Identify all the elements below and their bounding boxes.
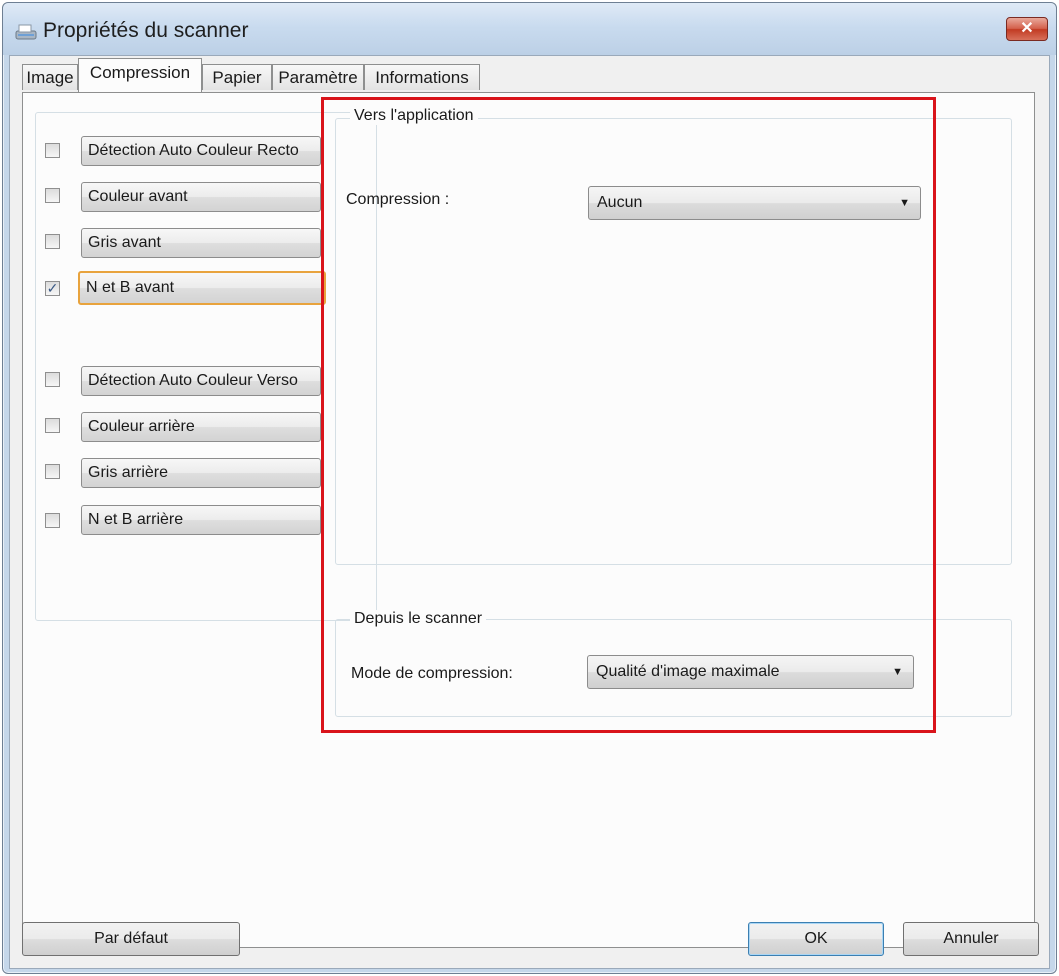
scanner-properties-window: Propriétés du scanner ✕ Image Compressio… [2, 2, 1057, 974]
ok-button[interactable]: OK [748, 922, 884, 956]
cancel-button[interactable]: Annuler [903, 922, 1039, 956]
compression-mode-label: Mode de compression: [351, 665, 513, 682]
checkbox-gray-front[interactable] [45, 234, 60, 249]
window-title: Propriétés du scanner [43, 19, 249, 42]
checkbox-color-back[interactable] [45, 418, 60, 433]
tab-compression[interactable]: Compression [78, 58, 202, 92]
checkbox-auto-color-back[interactable] [45, 372, 60, 387]
tab-informations[interactable]: Informations [364, 64, 480, 90]
title-bar[interactable]: Propriétés du scanner ✕ [3, 3, 1056, 55]
to-application-title: Vers l'application [350, 107, 478, 125]
checkbox-color-front[interactable] [45, 188, 60, 203]
checkbox-auto-color-front[interactable] [45, 143, 60, 158]
image-type-gray-back[interactable]: Gris arrière [81, 458, 321, 488]
chevron-down-icon: ▼ [899, 197, 910, 209]
tab-papier[interactable]: Papier [202, 64, 272, 90]
compression-mode-value: Qualité d'image maximale [596, 663, 780, 680]
tab-parametre[interactable]: Paramètre [272, 64, 364, 90]
image-type-color-front[interactable]: Couleur avant [81, 182, 321, 212]
checkbox-gray-back[interactable] [45, 464, 60, 479]
checkbox-bw-back[interactable] [45, 513, 60, 528]
image-type-auto-color-front[interactable]: Détection Auto Couleur Recto [81, 136, 321, 166]
image-type-color-back[interactable]: Couleur arrière [81, 412, 321, 442]
compression-label: Compression : [346, 191, 450, 208]
chevron-down-icon: ▼ [892, 666, 903, 678]
image-type-bw-front[interactable]: N et B avant [78, 271, 326, 305]
image-type-bw-back[interactable]: N et B arrière [81, 505, 321, 535]
scanner-icon [15, 24, 37, 40]
from-scanner-group: Depuis le scanner Mode de compression: Q… [335, 610, 1012, 717]
compression-value: Aucun [597, 194, 643, 211]
default-button[interactable]: Par défaut [22, 922, 240, 956]
image-type-gray-front[interactable]: Gris avant [81, 228, 321, 258]
compression-dropdown[interactable]: Aucun ▼ [588, 186, 921, 220]
close-button[interactable]: ✕ [1006, 17, 1048, 41]
from-scanner-title: Depuis le scanner [350, 610, 487, 628]
tab-image[interactable]: Image [22, 64, 78, 90]
checkbox-bw-front[interactable]: ✓ [45, 281, 60, 296]
image-type-auto-color-back[interactable]: Détection Auto Couleur Verso [81, 366, 321, 396]
compression-tab-panel: Détection Auto Couleur Recto Couleur ava… [22, 92, 1035, 948]
to-application-group: Vers l'application Compression : Aucun ▼ [335, 107, 1012, 565]
image-type-list: Détection Auto Couleur Recto Couleur ava… [35, 112, 377, 621]
checkmark-icon: ✓ [46, 280, 59, 296]
compression-mode-dropdown[interactable]: Qualité d'image maximale ▼ [587, 655, 914, 689]
dialog-body: Image Compression Papier Paramètre Infor… [9, 55, 1050, 969]
